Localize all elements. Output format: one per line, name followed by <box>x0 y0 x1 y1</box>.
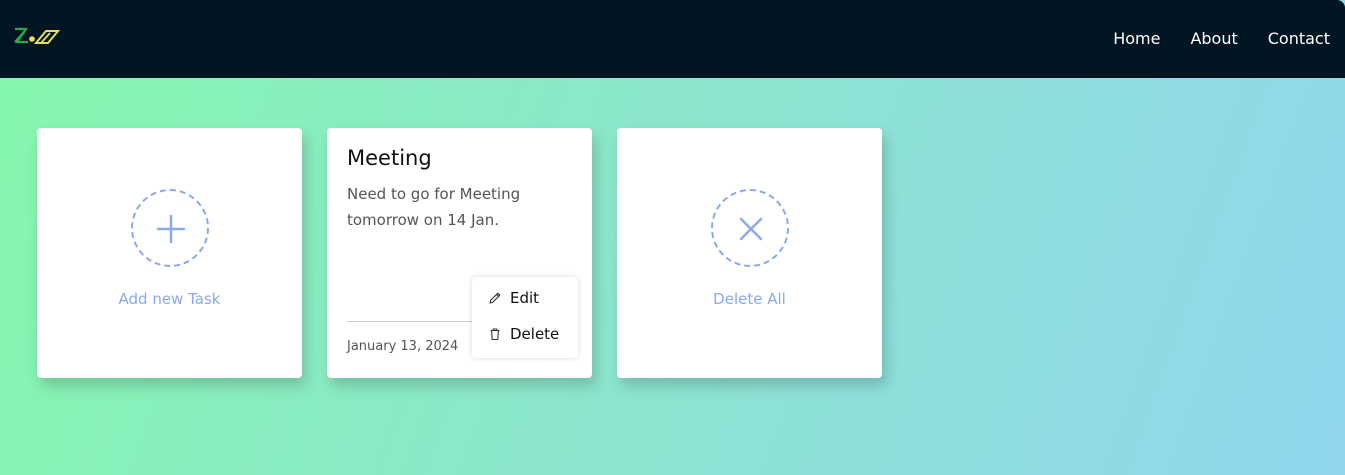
delete-all-label[interactable]: Delete All <box>617 290 882 308</box>
plus-icon <box>156 214 186 244</box>
delete-all-circle[interactable] <box>711 189 789 267</box>
navbar: Home About Contact <box>0 0 1345 78</box>
delete-label: Delete <box>510 325 560 343</box>
add-task-card[interactable]: Add new Task <box>37 128 302 378</box>
nav-about-link[interactable]: About <box>1190 29 1237 48</box>
note-context-menu: Edit Delete <box>472 277 578 358</box>
add-task-circle[interactable] <box>131 189 209 267</box>
nav-contact-link[interactable]: Contact <box>1268 29 1330 48</box>
note-title: Meeting <box>347 146 432 170</box>
trash-icon <box>490 328 500 341</box>
pencil-icon <box>489 292 501 304</box>
logo-icon[interactable] <box>12 24 60 50</box>
delete-all-card[interactable]: Delete All <box>617 128 882 378</box>
nav-home-link[interactable]: Home <box>1113 29 1160 48</box>
close-icon <box>739 217 763 241</box>
edit-label: Edit <box>510 289 540 307</box>
nav-links: Home About Contact <box>1113 29 1330 48</box>
delete-menu-item[interactable]: Delete <box>488 325 559 343</box>
note-body: Need to go for Meeting tomorrow on 14 Ja… <box>347 185 521 229</box>
edit-menu-item[interactable]: Edit <box>488 289 539 307</box>
add-task-label[interactable]: Add new Task <box>37 290 302 308</box>
note-date: January 13, 2024 <box>347 339 459 354</box>
